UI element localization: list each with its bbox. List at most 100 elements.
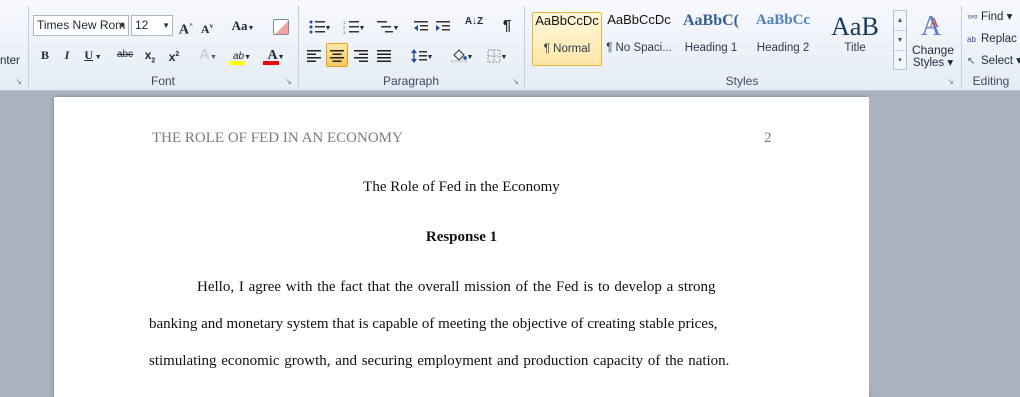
chevron-down-icon[interactable]: ▼ <box>118 16 126 35</box>
style-heading-1[interactable]: AaBbC( Heading 1 <box>676 12 746 66</box>
style-name: ¶ Normal <box>543 43 591 55</box>
strikethrough-button[interactable]: abc <box>114 44 136 66</box>
borders-button[interactable]: ▼ <box>482 44 512 66</box>
paragraph-group-label: Paragraph <box>382 74 440 88</box>
align-left-icon <box>307 49 321 62</box>
styles-launcher-icon[interactable]: ↘ <box>946 77 955 86</box>
font-color-button[interactable]: A▼ <box>261 44 291 66</box>
body-line: banking and monetary system that is capa… <box>149 316 718 332</box>
scroll-down-icon[interactable]: ▼ <box>894 30 906 50</box>
document-page[interactable]: THE ROLE OF FED IN AN ECONOMY 2 The Role… <box>54 97 869 397</box>
editing-group-label: Editing <box>972 74 1010 88</box>
align-right-button[interactable] <box>351 44 371 66</box>
justify-icon <box>377 49 391 62</box>
header-running-title: THE ROLE OF FED IN AN ECONOMY <box>152 130 403 146</box>
style-name: Heading 2 <box>756 42 810 54</box>
superscript-button[interactable]: x2 <box>165 44 183 66</box>
replace-icon: ab <box>967 35 976 44</box>
font-color-bar <box>263 61 279 65</box>
font-name-box[interactable]: Times New Rom ▼ <box>33 15 129 36</box>
highlight-color-bar <box>229 61 245 65</box>
multilevel-list-icon <box>376 20 393 33</box>
scroll-up-icon[interactable]: ▲ <box>894 11 906 30</box>
numbering-icon: 123 <box>343 20 359 35</box>
change-styles-icon: AA <box>921 11 942 39</box>
text-effects-button[interactable]: A▼ <box>196 44 220 66</box>
align-left-button[interactable] <box>304 44 324 66</box>
header-page-number: 2 <box>764 130 772 146</box>
bullets-button[interactable]: ▼ <box>305 15 335 37</box>
decrease-indent-button[interactable] <box>412 15 430 37</box>
highlight-button[interactable]: ab▼ <box>227 44 257 66</box>
svg-text:A: A <box>929 16 940 31</box>
format-painter-partial[interactable]: nter <box>0 55 24 71</box>
subscript-button[interactable]: x2 <box>141 44 159 66</box>
change-styles-button[interactable]: AA Change Styles ▾ <box>910 6 956 72</box>
chevron-down-icon[interactable]: ▼ <box>162 16 170 35</box>
bullets-icon <box>309 20 325 34</box>
styles-gallery-scroll[interactable]: ▲ ▼ ▾ <box>893 10 907 70</box>
paragraph-launcher-icon[interactable]: ↘ <box>511 77 520 86</box>
decrease-indent-icon <box>414 20 428 31</box>
svg-text:3: 3 <box>343 30 346 34</box>
show-formatting-marks-button[interactable]: ¶ <box>498 15 516 37</box>
style-no-spacing[interactable]: AaBbCcDc ¶ No Spaci... <box>604 12 674 66</box>
more-styles-icon[interactable]: ▾ <box>894 50 906 70</box>
clear-formatting-button[interactable] <box>270 15 292 37</box>
style-preview: AaBbC( <box>682 12 739 29</box>
clear-formatting-icon <box>273 19 289 35</box>
shrink-font-button[interactable]: Av <box>198 15 216 37</box>
font-launcher-icon[interactable]: ↘ <box>284 77 293 86</box>
ribbon: nter ↘ Times New Rom ▼ 12 ▼ A^ Av Aa▼ B … <box>0 0 1020 91</box>
group-separator <box>298 6 299 88</box>
select-label: Select ▾ <box>981 55 1020 67</box>
style-normal[interactable]: AaBbCcDc ¶ Normal <box>532 12 602 66</box>
font-name-value: Times New Rom <box>37 18 126 32</box>
style-name: ¶ No Spaci... <box>606 42 672 54</box>
multilevel-list-button[interactable]: ▼ <box>373 15 403 37</box>
change-case-button[interactable]: Aa▼ <box>228 15 258 37</box>
paint-bucket-icon <box>450 49 467 64</box>
align-center-icon <box>330 49 344 62</box>
center-button[interactable] <box>326 43 348 67</box>
style-preview: AaB <box>831 12 879 41</box>
document-title: The Role of Fed in the Economy <box>363 179 560 195</box>
subheading: Response 1 <box>425 229 498 245</box>
change-styles-label: Change <box>911 43 955 57</box>
cursor-arrow-icon: ↖ <box>967 56 976 67</box>
line-spacing-icon <box>410 48 427 63</box>
find-label: Find ▾ <box>981 11 1013 23</box>
style-preview: AaBbCc <box>755 12 811 28</box>
font-size-value: 12 <box>135 18 149 32</box>
sort-button[interactable]: A↓Z <box>463 15 485 37</box>
underline-button[interactable]: U ▼ <box>82 44 104 66</box>
find-button[interactable]: 👓 Find ▾ <box>967 9 1020 26</box>
styles-group-label: Styles <box>725 74 759 88</box>
shading-button[interactable]: ▼ <box>447 44 477 66</box>
font-group-label: Font <box>150 74 175 88</box>
justify-button[interactable] <box>374 44 394 66</box>
body-line: stimulating economic growth, and securin… <box>149 353 730 369</box>
align-right-icon <box>354 49 368 62</box>
style-title[interactable]: AaB Title <box>820 12 890 66</box>
style-name: Heading 1 <box>684 42 738 54</box>
group-separator <box>28 6 29 88</box>
select-button[interactable]: ↖ Select ▾ <box>967 53 1020 70</box>
binoculars-icon: 👓 <box>967 12 979 22</box>
borders-icon <box>487 49 501 63</box>
replace-button[interactable]: ab Replac <box>967 31 1020 48</box>
increase-indent-button[interactable] <box>434 15 452 37</box>
grow-font-button[interactable]: A^ <box>177 15 195 38</box>
change-styles-label-2: Styles ▾ <box>912 57 954 69</box>
bold-button[interactable]: B <box>37 44 53 66</box>
group-separator <box>524 6 525 88</box>
numbering-button[interactable]: 1 2 3 ▼ <box>339 15 369 37</box>
clipboard-launcher-icon[interactable]: ↘ <box>14 77 23 86</box>
workspace-background <box>869 91 1020 391</box>
font-size-box[interactable]: 12 ▼ <box>131 15 173 36</box>
line-spacing-button[interactable]: ▼ <box>407 44 437 66</box>
body-line: Hello, I agree with the fact that the ov… <box>197 279 716 295</box>
italic-button[interactable]: I <box>59 44 75 66</box>
style-heading-2[interactable]: AaBbCc Heading 2 <box>748 12 818 66</box>
replace-label: Replac <box>981 33 1017 45</box>
